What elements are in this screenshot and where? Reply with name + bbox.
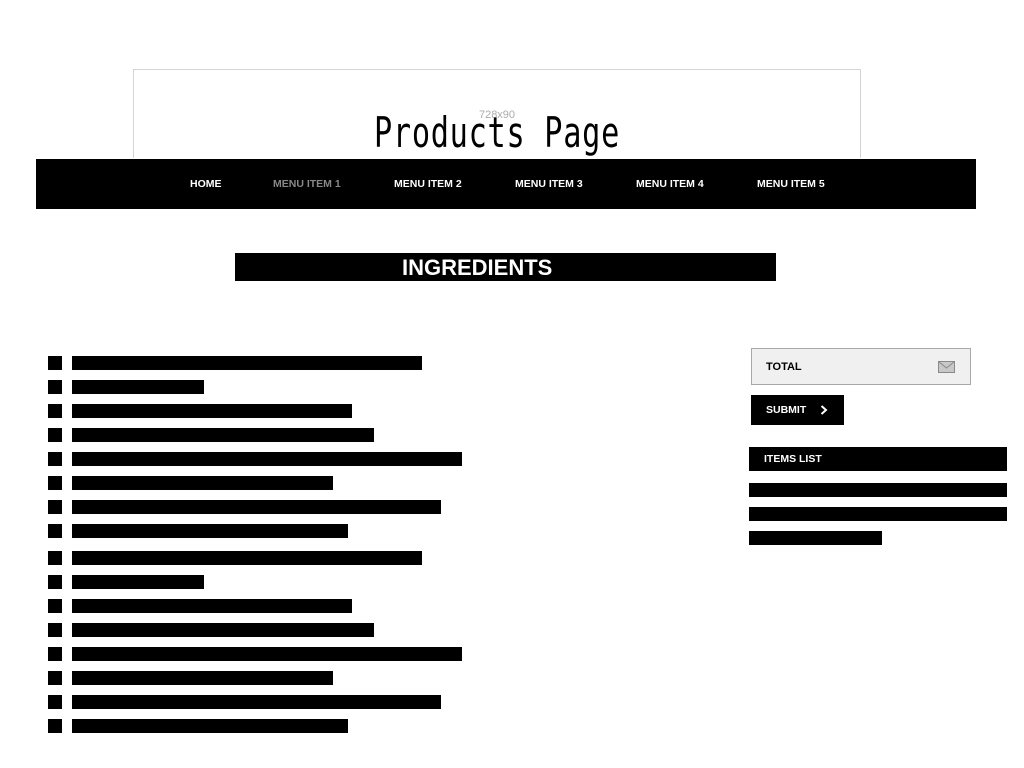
bullet-icon xyxy=(48,428,62,442)
bullet-icon xyxy=(48,671,62,685)
bullet-icon xyxy=(48,404,62,418)
nav-item-home[interactable]: HOME xyxy=(190,159,222,209)
text-placeholder-bar xyxy=(72,524,348,538)
bullet-icon xyxy=(48,476,62,490)
nav-item-menu-3[interactable]: MENU ITEM 3 xyxy=(515,159,583,209)
ingredients-heading-label: INGREDIENTS xyxy=(402,255,553,280)
bullet-icon xyxy=(48,380,62,394)
total-field[interactable]: TOTAL xyxy=(751,348,971,385)
text-placeholder-bar xyxy=(72,428,374,442)
text-placeholder-bar xyxy=(72,695,441,709)
text-placeholder-bar xyxy=(72,719,348,733)
text-placeholder-bar xyxy=(72,671,333,685)
text-placeholder-bar xyxy=(72,356,422,370)
items-list-header: ITEMS LIST xyxy=(749,447,1007,471)
text-placeholder-bar xyxy=(749,483,1007,497)
text-placeholder-bar xyxy=(72,551,422,565)
chevron-right-icon xyxy=(820,405,828,415)
bullet-icon xyxy=(48,551,62,565)
nav-item-menu-1[interactable]: MENU ITEM 1 xyxy=(273,159,341,209)
bullet-icon xyxy=(48,575,62,589)
text-placeholder-bar xyxy=(72,476,333,490)
bullet-icon xyxy=(48,356,62,370)
nav-item-menu-2[interactable]: MENU ITEM 2 xyxy=(394,159,462,209)
submit-button[interactable]: SUBMIT xyxy=(751,395,844,425)
ad-banner: 728x90 Products Page xyxy=(133,69,861,158)
bullet-icon xyxy=(48,452,62,466)
submit-label: SUBMIT xyxy=(766,404,807,416)
text-placeholder-bar xyxy=(749,507,1007,521)
text-placeholder-bar xyxy=(72,452,462,466)
text-placeholder-bar xyxy=(72,380,204,394)
main-nav: HOME MENU ITEM 1 MENU ITEM 2 MENU ITEM 3… xyxy=(36,159,976,209)
nav-item-menu-4[interactable]: MENU ITEM 4 xyxy=(636,159,704,209)
bullet-icon xyxy=(48,524,62,538)
total-label: TOTAL xyxy=(766,361,802,373)
bullet-icon xyxy=(48,695,62,709)
text-placeholder-bar xyxy=(72,500,441,514)
text-placeholder-bar xyxy=(72,647,462,661)
mail-icon xyxy=(938,361,955,373)
text-placeholder-bar xyxy=(72,404,352,418)
bullet-icon xyxy=(48,647,62,661)
page-title: Products Page xyxy=(373,108,621,157)
bullet-icon xyxy=(48,599,62,613)
ingredients-heading: INGREDIENTS xyxy=(235,253,776,281)
nav-item-menu-5[interactable]: MENU ITEM 5 xyxy=(757,159,825,209)
text-placeholder-bar xyxy=(72,575,204,589)
text-placeholder-bar xyxy=(72,599,352,613)
items-list-label: ITEMS LIST xyxy=(764,453,822,465)
bullet-icon xyxy=(48,719,62,733)
text-placeholder-bar xyxy=(749,531,882,545)
text-placeholder-bar xyxy=(72,623,374,637)
bullet-icon xyxy=(48,500,62,514)
bullet-icon xyxy=(48,623,62,637)
